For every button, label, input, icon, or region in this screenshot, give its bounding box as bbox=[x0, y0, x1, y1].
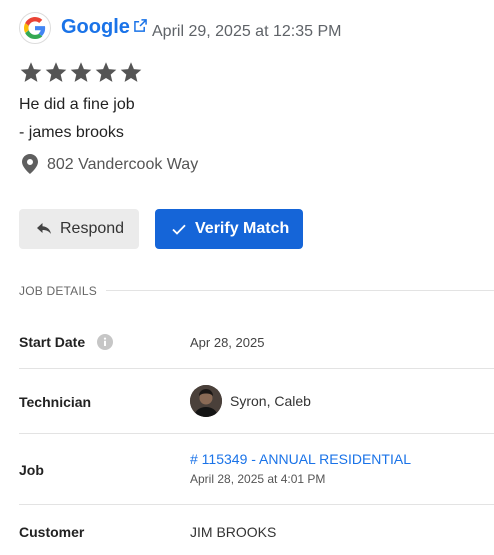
row-divider bbox=[19, 504, 494, 505]
job-details-heading: JOB DETAILS bbox=[19, 284, 97, 298]
star-icon bbox=[120, 62, 142, 82]
reply-icon bbox=[37, 223, 51, 235]
job-label: Job bbox=[19, 462, 44, 478]
review-text: He did a fine job bbox=[19, 96, 135, 113]
technician-label: Technician bbox=[19, 394, 92, 410]
row-divider bbox=[19, 433, 494, 434]
review-address: 802 Vandercook Way bbox=[47, 156, 199, 173]
google-logo-icon bbox=[19, 12, 51, 44]
respond-button[interactable]: Respond bbox=[19, 209, 139, 249]
customer-label: Customer bbox=[19, 524, 85, 540]
star-rating bbox=[19, 60, 143, 84]
star-icon bbox=[20, 62, 42, 82]
review-source-link[interactable]: Google bbox=[61, 16, 130, 39]
technician-name: Syron, Caleb bbox=[230, 393, 311, 409]
check-icon bbox=[172, 224, 186, 235]
reviewer-name: - james brooks bbox=[19, 124, 124, 141]
star-icon bbox=[95, 62, 117, 82]
verify-match-button[interactable]: Verify Match bbox=[155, 209, 303, 249]
verify-match-label: Verify Match bbox=[195, 220, 290, 237]
star-icon bbox=[70, 62, 92, 82]
row-divider bbox=[19, 368, 494, 369]
info-icon[interactable] bbox=[97, 334, 113, 350]
review-date: April 29, 2025 at 12:35 PM bbox=[152, 23, 342, 40]
customer-name: JIM BROOKS bbox=[190, 524, 277, 540]
star-icon bbox=[45, 62, 67, 82]
section-divider bbox=[106, 290, 494, 291]
job-link[interactable]: # 115349 - ANNUAL RESIDENTIAL bbox=[190, 451, 411, 467]
location-pin-icon bbox=[22, 154, 38, 179]
external-link-icon[interactable] bbox=[134, 19, 147, 37]
respond-label: Respond bbox=[60, 220, 125, 237]
technician-avatar bbox=[190, 385, 222, 417]
start-date-value: Apr 28, 2025 bbox=[190, 335, 265, 350]
start-date-label: Start Date bbox=[19, 334, 86, 350]
job-date: April 28, 2025 at 4:01 PM bbox=[190, 472, 326, 486]
